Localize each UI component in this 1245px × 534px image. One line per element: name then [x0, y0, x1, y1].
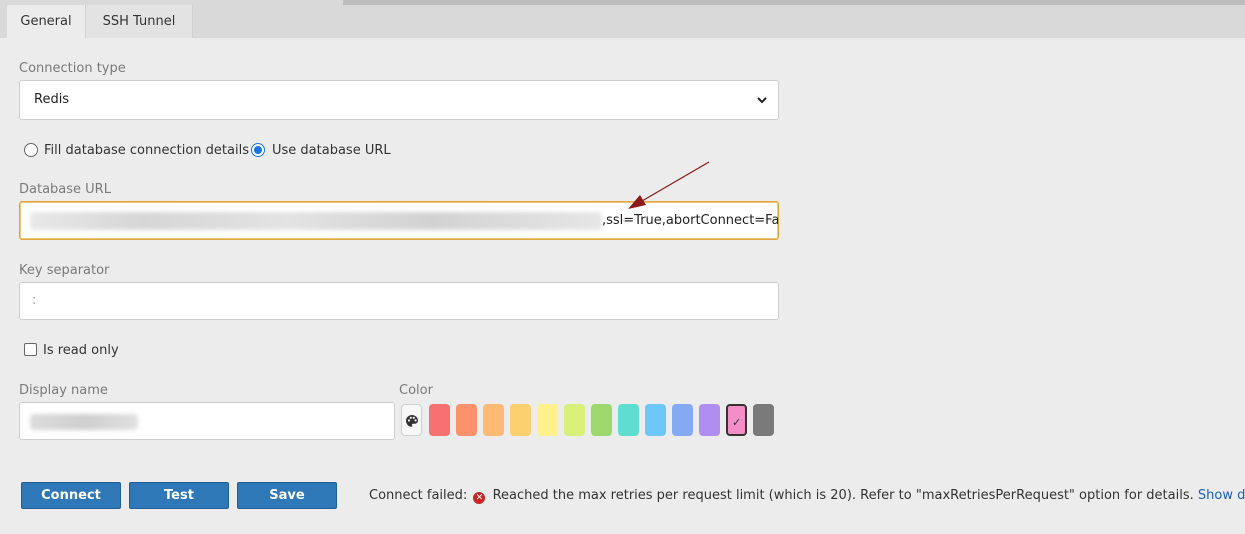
tab-general[interactable]: General — [7, 5, 85, 38]
color-swatch[interactable] — [699, 404, 720, 436]
tab-ssh-tunnel[interactable]: SSH Tunnel — [85, 5, 193, 38]
database-url-label: Database URL — [19, 182, 111, 197]
read-only-label[interactable]: Is read only — [43, 342, 119, 360]
radio-fill-details-label[interactable]: Fill database connection details — [44, 142, 249, 160]
connect-button[interactable]: Connect — [21, 482, 121, 509]
color-swatch[interactable] — [645, 404, 666, 436]
color-swatch[interactable] — [753, 404, 774, 436]
color-swatch[interactable] — [429, 404, 450, 436]
key-separator-value: : — [32, 293, 37, 308]
color-swatch[interactable] — [564, 404, 585, 436]
redacted-display-name — [30, 414, 138, 430]
color-swatch[interactable] — [618, 404, 639, 436]
connection-type-value: Redis — [34, 92, 70, 107]
key-separator-input[interactable]: : — [19, 282, 779, 320]
color-swatch[interactable] — [510, 404, 531, 436]
status-prefix: Connect failed: — [369, 488, 468, 503]
color-swatch[interactable] — [672, 404, 693, 436]
display-name-label: Display name — [19, 383, 108, 398]
redacted-url-part — [30, 212, 602, 230]
check-icon: ✓ — [732, 416, 742, 429]
color-swatch[interactable]: ✓ — [726, 404, 747, 436]
radio-use-url-label[interactable]: Use database URL — [272, 142, 391, 160]
chevron-down-icon — [757, 97, 767, 104]
x-circle-icon: ✕ — [473, 492, 486, 504]
annotation-arrow — [628, 161, 710, 209]
color-swatch[interactable] — [591, 404, 612, 436]
radio-use-url[interactable] — [251, 143, 265, 157]
show-detail-link[interactable]: Show detail — [1198, 488, 1245, 503]
color-swatch[interactable] — [537, 404, 558, 436]
status-message: Reached the max retries per request limi… — [492, 488, 1194, 503]
color-picker-button[interactable] — [401, 404, 422, 436]
connection-status: Connect failed: ✕ Reached the max retrie… — [369, 488, 1245, 504]
display-name-input[interactable] — [19, 402, 395, 440]
read-only-checkbox[interactable] — [24, 343, 37, 356]
tab-bar: General SSH Tunnel — [0, 0, 1245, 38]
test-button[interactable]: Test — [129, 482, 229, 509]
connection-type-label: Connection type — [19, 61, 126, 76]
save-button[interactable]: Save — [237, 482, 337, 509]
connection-type-select[interactable]: Redis — [19, 80, 779, 120]
color-swatch[interactable] — [456, 404, 477, 436]
color-swatch[interactable] — [483, 404, 504, 436]
tab-bar-top-line — [343, 0, 1245, 5]
color-label: Color — [399, 383, 433, 398]
key-separator-label: Key separator — [19, 263, 110, 278]
palette-icon — [406, 415, 418, 427]
radio-fill-details[interactable] — [24, 143, 38, 157]
